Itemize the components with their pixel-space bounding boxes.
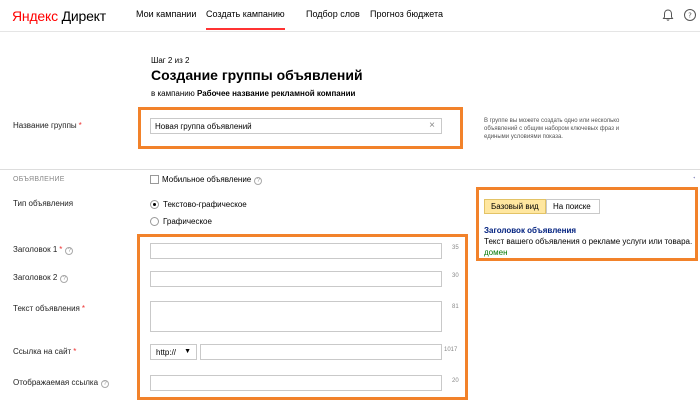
preview-ad-domain: домен [484,248,508,257]
url-counter: 1017 [444,347,458,353]
mobile-ad-checkbox[interactable] [150,175,159,184]
radio-text-graphic[interactable] [150,200,159,209]
title1-label: Заголовок 1 *? [13,245,74,255]
display-link-field[interactable] [150,375,442,391]
group-name-label: Название группы * [13,121,82,130]
page-title: Создание группы объявлений [151,67,363,83]
preview-ad-title[interactable]: Заголовок объявления [484,226,576,235]
title1-counter: 35 [452,245,459,251]
group-hint: В группе вы можете создать одно или неск… [484,118,620,140]
ad-type-label: Тип объявления [13,199,74,208]
url-field[interactable] [200,344,442,360]
ad-text-field[interactable] [150,301,442,332]
campaign-name: Рабочее название рекламной компании [197,89,356,98]
radio-text-graphic-label: Текстово-графическое [163,200,247,209]
help-icon[interactable]: ? [683,8,697,22]
title2-counter: 30 [452,273,459,279]
tab-basic-view[interactable]: Базовый вид [484,199,546,214]
nav-keyword-selection[interactable]: Подбор слов [306,9,360,19]
step-indicator: Шаг 2 из 2 [151,56,190,65]
url-label: Ссылка на сайт * [13,347,77,356]
chevron-down-icon: ▼ [184,348,191,355]
group-name-value: Новая группа объявлений [155,122,252,131]
display-link-label: Отображаемая ссылка? [13,378,110,388]
nav-budget-forecast[interactable]: Прогноз бюджета [370,9,443,19]
section-title: ОБЪЯВЛЕНИЕ [13,176,65,183]
radio-graphic[interactable] [150,217,159,226]
logo[interactable]: Яндекс Директ [12,8,106,24]
group-name-field[interactable]: Новая группа объявлений × [150,118,442,134]
protocol-value: http:// [156,348,177,357]
ad-text-label: Текст объявления * [13,304,85,313]
section-divider [0,169,700,170]
title1-field[interactable] [150,243,442,259]
logo-direct: Директ [61,8,107,24]
mobile-ad-label: Мобильное объявление? [162,175,263,185]
title2-field[interactable] [150,271,442,287]
help-icon[interactable]: ? [254,177,263,185]
clear-icon[interactable]: × [429,120,435,131]
preview-ad-text: Текст вашего объявления о рекламе услуги… [484,237,693,246]
ad-text-counter: 81 [452,304,459,310]
campaign-caption: в кампанию Рабочее название рекламной ко… [151,89,355,98]
logo-yandex: Яндекс [12,8,58,24]
svg-text:?: ? [688,12,692,20]
help-icon[interactable]: ? [60,275,69,283]
campaign-prefix: в кампанию [151,89,195,98]
title2-label: Заголовок 2? [13,273,69,283]
help-icon[interactable]: ? [101,380,110,388]
edge-mark: ᐩ [693,177,696,183]
radio-graphic-label: Графическое [163,217,212,226]
bell-icon[interactable] [661,8,675,22]
protocol-select[interactable]: http:// ▼ [150,344,197,360]
nav-my-campaigns[interactable]: Мои кампании [136,9,196,19]
display-link-counter: 20 [452,378,459,384]
nav-create-campaign[interactable]: Создать кампанию [206,9,285,30]
help-icon[interactable]: ? [65,247,74,255]
top-bar: Яндекс Директ Мои кампании Создать кампа… [0,0,700,32]
tab-on-search[interactable]: На поиске [546,199,600,214]
